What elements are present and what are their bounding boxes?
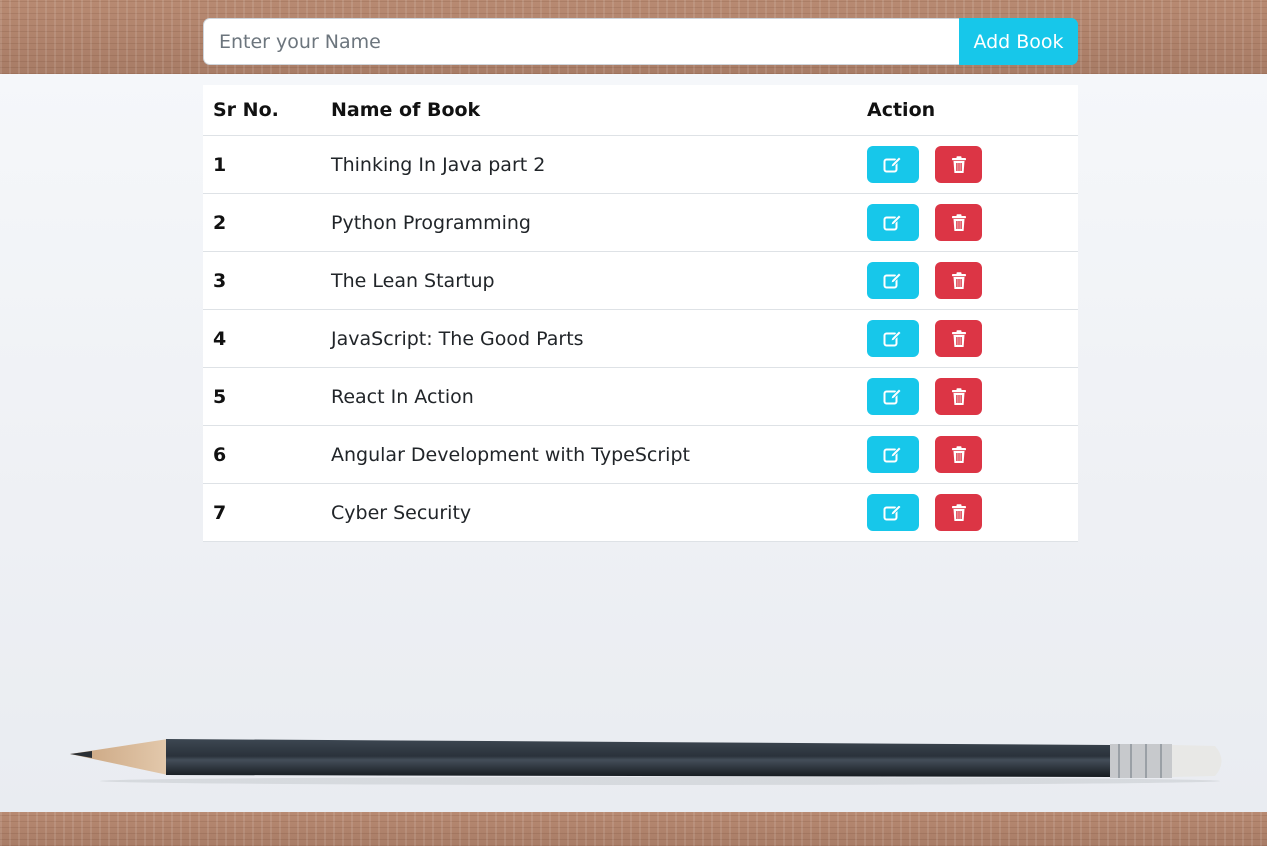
row-book-name: JavaScript: The Good Parts	[321, 309, 857, 368]
header-action: Action	[857, 85, 1078, 136]
edit-icon	[883, 271, 903, 290]
trash-icon	[951, 271, 967, 290]
delete-button[interactable]	[935, 262, 982, 299]
row-actions	[857, 135, 1078, 194]
edit-icon	[883, 329, 903, 348]
table-row: 5 React In Action	[203, 367, 1078, 426]
row-actions	[857, 251, 1078, 310]
pencil-image	[70, 739, 1222, 785]
trash-icon	[951, 155, 967, 174]
row-book-name: Thinking In Java part 2	[321, 135, 857, 194]
row-sr-no: 4	[203, 309, 321, 368]
trash-icon	[951, 213, 967, 232]
delete-button[interactable]	[935, 494, 982, 531]
header-sr-no: Sr No.	[203, 85, 321, 136]
trash-icon	[951, 445, 967, 464]
table-row: 4 JavaScript: The Good Parts	[203, 309, 1078, 368]
row-actions	[857, 483, 1078, 542]
edit-button[interactable]	[867, 494, 919, 531]
trash-icon	[951, 329, 967, 348]
table-row: 6 Angular Development with TypeScript	[203, 425, 1078, 484]
delete-button[interactable]	[935, 146, 982, 183]
books-table-container: Sr No. Name of Book Action 1 Thinking In …	[203, 85, 1078, 542]
row-book-name: Cyber Security	[321, 483, 857, 542]
row-sr-no: 1	[203, 135, 321, 194]
add-book-button[interactable]: Add Book	[959, 18, 1078, 65]
row-actions	[857, 425, 1078, 484]
row-sr-no: 5	[203, 367, 321, 426]
add-book-form: Add Book	[203, 18, 1078, 65]
row-actions	[857, 367, 1078, 426]
table-row: 7 Cyber Security	[203, 483, 1078, 542]
books-table: Sr No. Name of Book Action 1 Thinking In …	[203, 85, 1078, 542]
row-sr-no: 2	[203, 193, 321, 252]
row-book-name: Angular Development with TypeScript	[321, 425, 857, 484]
edit-button[interactable]	[867, 378, 919, 415]
row-actions	[857, 309, 1078, 368]
edit-button[interactable]	[867, 436, 919, 473]
edit-icon	[883, 387, 903, 406]
row-book-name: Python Programming	[321, 193, 857, 252]
table-row: 3 The Lean Startup	[203, 251, 1078, 310]
edit-button[interactable]	[867, 262, 919, 299]
edit-button[interactable]	[867, 320, 919, 357]
delete-button[interactable]	[935, 204, 982, 241]
row-sr-no: 3	[203, 251, 321, 310]
edit-icon	[883, 213, 903, 232]
edit-icon	[883, 445, 903, 464]
row-sr-no: 6	[203, 425, 321, 484]
trash-icon	[951, 503, 967, 522]
row-sr-no: 7	[203, 483, 321, 542]
delete-button[interactable]	[935, 436, 982, 473]
header-name-of-book: Name of Book	[321, 85, 857, 136]
edit-icon	[883, 155, 903, 174]
edit-button[interactable]	[867, 146, 919, 183]
wood-background-bottom	[0, 812, 1267, 846]
row-book-name: React In Action	[321, 367, 857, 426]
table-header-row: Sr No. Name of Book Action	[203, 85, 1078, 136]
table-row: 1 Thinking In Java part 2	[203, 135, 1078, 194]
delete-button[interactable]	[935, 320, 982, 357]
delete-button[interactable]	[935, 378, 982, 415]
row-actions	[857, 193, 1078, 252]
row-book-name: The Lean Startup	[321, 251, 857, 310]
table-row: 2 Python Programming	[203, 193, 1078, 252]
book-name-input[interactable]	[203, 18, 959, 65]
edit-icon	[883, 503, 903, 522]
trash-icon	[951, 387, 967, 406]
edit-button[interactable]	[867, 204, 919, 241]
